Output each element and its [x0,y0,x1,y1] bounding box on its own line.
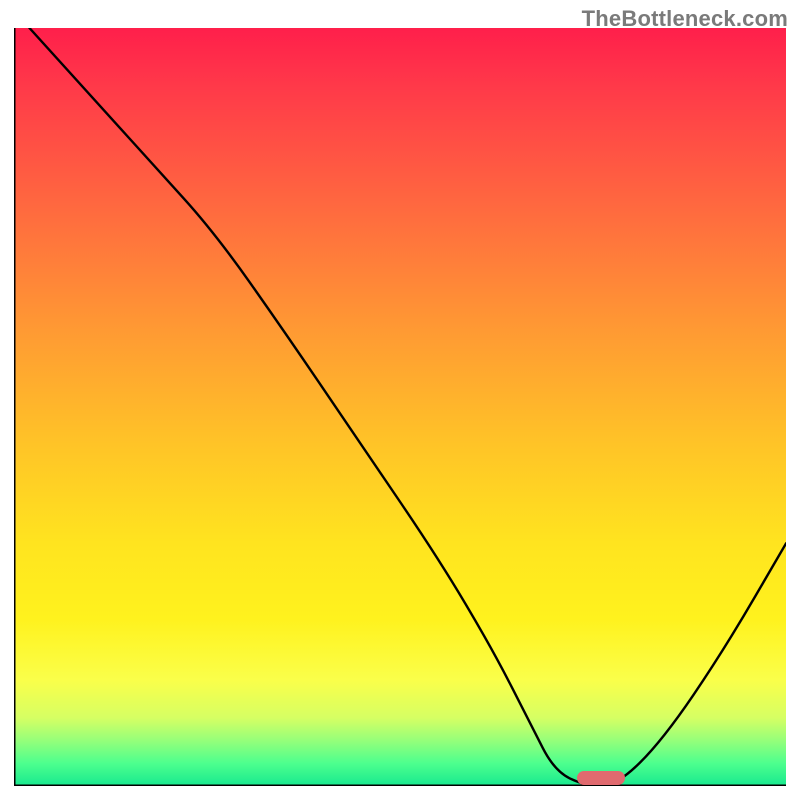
watermark-text: TheBottleneck.com [582,6,788,32]
bottleneck-curve [14,28,786,786]
plot-area [14,28,786,786]
optimal-point-marker [577,771,625,785]
bottleneck-chart: TheBottleneck.com [0,0,800,800]
